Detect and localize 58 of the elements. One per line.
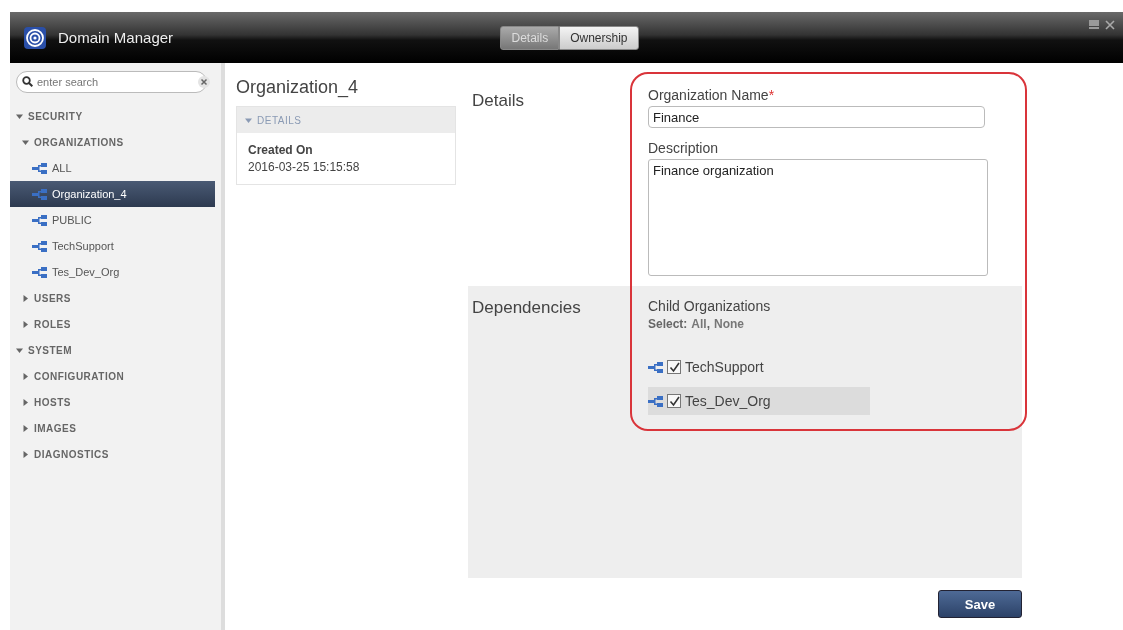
hierarchy-icon — [32, 188, 47, 200]
highlighted-row[interactable]: Tes_Dev_Org — [648, 387, 870, 415]
tree-item[interactable]: PUBLIC — [10, 207, 215, 233]
page-title: Organization_4 — [236, 77, 360, 98]
hierarchy-icon — [32, 240, 47, 252]
collapsed-arrow-icon[interactable] — [22, 320, 29, 328]
collapsed-arrow-icon[interactable] — [22, 398, 29, 406]
select-all-link[interactable]: All — [691, 317, 707, 331]
tree-section[interactable]: SYSTEM — [10, 337, 215, 363]
name-field[interactable]: Finance — [648, 106, 985, 128]
close-icon[interactable] — [1105, 20, 1115, 30]
hierarchy-icon — [32, 214, 47, 226]
tab[interactable]: Ownership — [559, 26, 639, 50]
expanded-arrow-icon[interactable] — [22, 138, 29, 146]
hierarchy-icon — [648, 361, 663, 373]
checkbox[interactable] — [667, 360, 681, 374]
field-label: Child Organizations — [648, 298, 772, 314]
hierarchy-icon — [648, 395, 663, 407]
expanded-arrow-icon[interactable] — [16, 112, 23, 120]
description-field[interactable]: Finance organization — [648, 159, 988, 276]
section-heading: Details — [472, 90, 525, 112]
window-title: Domain Manager — [58, 29, 174, 46]
select-none-link[interactable]: None — [714, 317, 745, 331]
tree-section[interactable]: CONFIGURATION — [10, 363, 215, 389]
collapsed-arrow-icon[interactable] — [22, 424, 29, 432]
hierarchy-icon — [32, 162, 47, 174]
tree-section[interactable]: HOSTS — [10, 389, 215, 415]
separator: , — [706, 317, 711, 331]
clear-icon[interactable] — [198, 76, 210, 88]
save-button[interactable]: Save — [938, 590, 1022, 618]
search-field[interactable]: enter search — [16, 71, 207, 93]
tree-section[interactable]: USERS — [10, 285, 215, 311]
minimize-icon[interactable] — [1089, 20, 1099, 29]
section-heading: Dependencies — [472, 298, 582, 319]
section-label: DETAILS — [257, 114, 302, 126]
expanded-arrow-icon[interactable] — [16, 346, 23, 354]
tree-item[interactable]: Tes_Dev_Org — [10, 259, 215, 285]
tree-section[interactable]: DIAGNOSTICS — [10, 441, 215, 467]
collapsed-arrow-icon[interactable] — [22, 294, 29, 302]
tree-section[interactable]: IMAGES — [10, 415, 215, 441]
tree-section[interactable]: ROLES — [10, 311, 215, 337]
field-label: Description — [648, 140, 720, 156]
hierarchy-icon — [32, 266, 47, 278]
collapsed-arrow-icon[interactable] — [22, 450, 29, 458]
select-label: Select: — [648, 317, 688, 331]
tree-section[interactable]: ORGANIZATIONS — [10, 129, 215, 155]
field-label: Organization Name* — [648, 87, 776, 103]
collapsed-arrow-icon[interactable] — [22, 372, 29, 380]
search-icon — [22, 76, 33, 87]
child-row[interactable]: TechSupport — [648, 353, 870, 381]
tree-section[interactable]: SECURITY — [10, 103, 215, 129]
field-value: 2016-03-25 15:15:58 — [248, 160, 361, 174]
tree-item[interactable]: TechSupport — [10, 233, 215, 259]
checkbox[interactable] — [667, 394, 681, 408]
tree-item[interactable]: Organization_4 — [10, 181, 215, 207]
field-label: Created On — [248, 143, 314, 157]
logo-icon — [24, 26, 46, 49]
tree-item[interactable]: ALL — [10, 155, 215, 181]
